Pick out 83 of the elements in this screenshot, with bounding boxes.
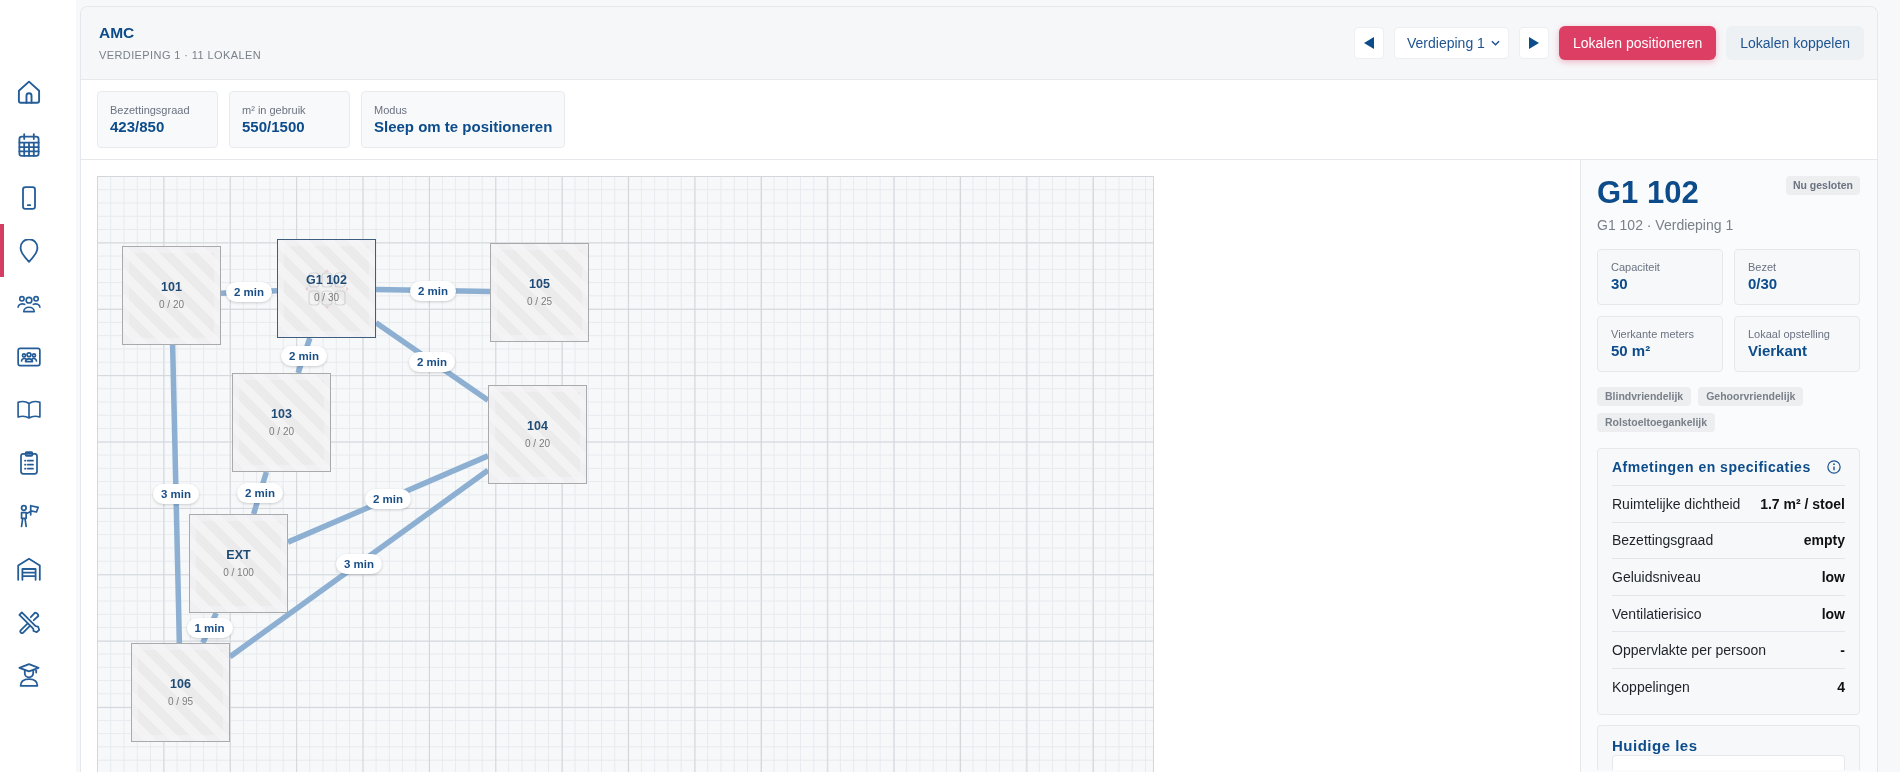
room-occupancy: 0 / 100	[223, 567, 254, 579]
spec-label: Ventilatierisico	[1612, 605, 1702, 622]
fact-value: 30	[1611, 275, 1629, 293]
fact-label: Lokaal opstelling	[1748, 327, 1831, 341]
room-name: 104	[527, 419, 548, 434]
room-occupancy: 0 / 25	[527, 296, 552, 308]
stat-value: 423/850	[110, 118, 166, 136]
room-node[interactable]: 103 0 / 20	[232, 373, 331, 472]
travel-time-label: 1 min	[186, 618, 233, 638]
chevron-down-icon	[1491, 40, 1500, 46]
link-rooms-button[interactable]: Lokalen koppelen	[1726, 26, 1864, 60]
travel-time-label: 2 min	[410, 280, 456, 301]
page-title: AMC	[99, 24, 136, 42]
travel-time-label: 2 min	[226, 282, 272, 302]
spec-value: empty	[1803, 532, 1845, 549]
calendar-icon	[17, 132, 41, 157]
accessibility-tag: Rolstoeltoegankelijk	[1597, 413, 1716, 432]
travel-time-label: 3 min	[336, 553, 382, 574]
map-pin-icon	[17, 238, 41, 263]
room-name: 106	[170, 677, 191, 692]
status-tag: Nu gesloten	[1785, 176, 1860, 195]
spec-label: Geluidsniveau	[1612, 569, 1701, 585]
room-title: G1 102	[1597, 176, 1699, 210]
fact-value: 50 m²	[1611, 342, 1652, 360]
room-occupancy: 0 / 20	[269, 426, 294, 438]
stat-value: 550/1500	[242, 118, 306, 136]
stat-label: Bezettingsgraad	[110, 103, 191, 117]
room-occupancy: 0 / 95	[168, 696, 193, 708]
spec-value: -	[1840, 642, 1845, 659]
spec-label: Ruimtelijke dichtheid	[1612, 495, 1741, 512]
travel-time-label: 2 min	[409, 351, 455, 372]
triangle-left-icon	[1364, 37, 1374, 49]
room-name: 103	[271, 407, 292, 422]
position-rooms-button[interactable]: Lokalen positioneren	[1559, 26, 1717, 60]
fact-label: Capaciteit	[1611, 260, 1661, 274]
room-node[interactable]: EXT 0 / 100	[189, 514, 288, 613]
travel-time-label: 2 min	[365, 489, 411, 509]
spec-value: low	[1821, 569, 1845, 585]
accessibility-tag: Blindvriendelijk	[1597, 387, 1692, 406]
page-subtitle: VERDIEPING 1 · 11 LOKALEN	[99, 48, 262, 62]
accessibility-tag: Gehoorvriendelijk	[1698, 387, 1804, 406]
fact-label: Vierkante meters	[1611, 327, 1695, 341]
room-name: G1 102	[306, 273, 347, 288]
room-node[interactable]: G1 102 0 / 30	[277, 239, 376, 338]
drag-handle-icon[interactable]	[304, 268, 349, 309]
travel-time-label: 2 min	[281, 345, 327, 366]
room-name: EXT	[226, 548, 251, 563]
fact-label: Bezet	[1748, 260, 1778, 274]
room-occupancy: 0 / 20	[159, 299, 184, 311]
floor-select[interactable]: Verdieping 1	[1394, 27, 1509, 59]
room-node[interactable]: 106 0 / 95	[131, 643, 230, 742]
next-floor-button[interactable]	[1519, 27, 1549, 59]
graduate-icon	[17, 662, 41, 687]
specs-title: Afmetingen en specificaties	[1612, 459, 1811, 475]
fact-value: 0/30	[1748, 275, 1779, 293]
lesson-title: Huidige les	[1612, 736, 1699, 755]
home-icon	[17, 79, 41, 104]
room-node[interactable]: 105 0 / 25	[490, 243, 589, 342]
room-name: 101	[161, 280, 182, 295]
fact-value: Vierkant	[1748, 342, 1808, 360]
spec-value: 4	[1837, 678, 1845, 695]
clipboard-list-icon	[17, 450, 41, 475]
stat-value: Sleep om te positioneren	[374, 118, 553, 136]
spec-label: Bezettingsgraad	[1612, 532, 1714, 549]
spec-value: 1.7 m² / stoel	[1760, 495, 1845, 512]
triangle-right-icon	[1529, 37, 1539, 49]
travel-time-label: 2 min	[237, 483, 283, 503]
room-subtitle: G1 102 · Verdieping 1	[1597, 216, 1735, 234]
room-node[interactable]: 104 0 / 20	[488, 385, 587, 484]
stat-label: Modus	[374, 103, 409, 117]
room-node[interactable]: 101 0 / 20	[122, 246, 221, 345]
room-occupancy: 0 / 20	[525, 438, 550, 450]
stat-label: m² in gebruik	[242, 103, 307, 117]
info-icon[interactable]	[1827, 460, 1841, 474]
garage-icon	[17, 556, 41, 581]
previous-floor-button[interactable]	[1354, 27, 1384, 59]
spec-value: low	[1821, 605, 1845, 622]
room-occupancy: 0 / 30	[314, 292, 339, 304]
tools-icon	[17, 609, 41, 634]
spec-label: Oppervlakte per persoon	[1612, 642, 1767, 659]
travel-time-label: 3 min	[153, 484, 199, 504]
room-name: 105	[529, 277, 550, 292]
spec-label: Koppelingen	[1612, 678, 1690, 695]
